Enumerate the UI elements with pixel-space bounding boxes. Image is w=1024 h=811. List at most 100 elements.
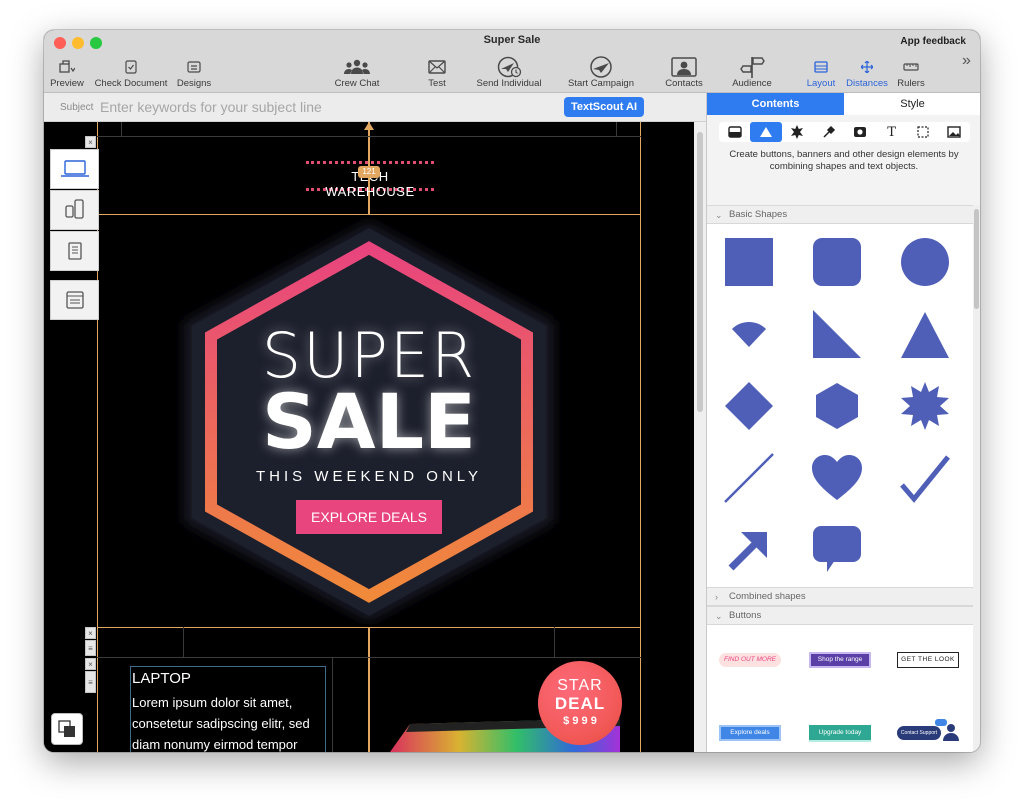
get-the-look-sample[interactable]: GET THE LOOK — [897, 652, 959, 668]
person-icon — [943, 724, 959, 741]
preview-button[interactable]: Preview — [50, 52, 84, 90]
desktop-view-button[interactable] — [50, 149, 99, 189]
source-view-button[interactable] — [50, 280, 99, 320]
section-basic-shapes[interactable]: ⌄ Basic Shapes — [707, 205, 973, 224]
section-label: Basic Shapes — [729, 209, 788, 220]
tab-contents[interactable]: Contents — [707, 93, 844, 115]
crew-chat-button[interactable]: Crew Chat — [332, 52, 382, 90]
diamond-shape[interactable] — [721, 378, 777, 434]
eyedropper-tool-icon[interactable] — [813, 122, 844, 142]
starburst-shape[interactable] — [897, 378, 953, 434]
preview-icon — [59, 56, 75, 78]
tab-style[interactable]: Style — [844, 93, 980, 115]
sector-shape[interactable] — [721, 306, 777, 362]
window-icon — [65, 291, 84, 309]
distances-icon — [861, 56, 873, 78]
hero-subtitle[interactable]: THIS WEEKEND ONLY — [194, 468, 544, 485]
hero-line-2[interactable]: SALE — [194, 377, 544, 466]
grid-divider — [121, 122, 122, 137]
distances-button[interactable]: Distances — [844, 52, 890, 90]
toolbar-overflow-button[interactable]: » — [962, 52, 971, 70]
design-panel: Contents Style T Create buttons, banners… — [706, 93, 980, 752]
star-deal-price: $ 9 9 9 — [563, 715, 597, 727]
mobile-view-button[interactable] — [50, 190, 99, 230]
audience-label: Audience — [732, 78, 772, 89]
scrollbar-thumb[interactable] — [697, 132, 703, 412]
checkmark-shape[interactable] — [897, 450, 953, 506]
app-feedback-link[interactable]: App feedback — [900, 36, 966, 47]
ruler-icon — [903, 56, 919, 78]
section-combined-shapes[interactable]: › Combined shapes — [707, 587, 973, 606]
picture-tool-icon[interactable] — [939, 122, 970, 142]
rounded-square-shape[interactable] — [809, 234, 865, 290]
drag-handle-icon[interactable]: ≡ — [85, 640, 96, 656]
speech-bubble-shape[interactable] — [809, 522, 865, 578]
text-view-button[interactable] — [50, 231, 99, 271]
find-out-more-sample[interactable]: FIND OUT MORE — [719, 653, 781, 667]
chevron-right-icon: › — [715, 592, 718, 602]
square-shape[interactable] — [721, 234, 777, 290]
preview-label: Preview — [50, 78, 84, 89]
subject-label: Subject — [60, 102, 94, 113]
distances-label: Distances — [846, 78, 888, 89]
check-document-button[interactable]: Check Document — [94, 52, 168, 90]
remove-row-icon[interactable]: × — [85, 136, 96, 148]
right-triangle-shape[interactable] — [809, 306, 865, 362]
layout-icon — [814, 56, 828, 78]
designs-button[interactable]: Designs — [174, 52, 214, 90]
line-shape[interactable] — [721, 450, 777, 506]
text-tool-icon[interactable]: T — [876, 122, 907, 142]
image-tool-icon[interactable] — [845, 122, 876, 142]
explore-deals-cta[interactable]: EXPLORE DEALS — [296, 500, 442, 534]
email-canvas[interactable]: TECH WAREHOUSE 121 SUPER SALE THIS WEEKE… — [44, 122, 694, 752]
remove-row-icon[interactable]: × — [85, 627, 96, 639]
layout-label: Layout — [806, 78, 836, 89]
people-icon — [344, 56, 370, 78]
block-tool-icon[interactable] — [719, 122, 750, 142]
frame-tool-icon[interactable] — [907, 122, 938, 142]
textscout-ai-button[interactable]: TextScout AI — [564, 97, 645, 117]
contacts-button[interactable]: Contacts — [664, 52, 704, 90]
designs-icon — [187, 56, 201, 78]
explore-deals-sample[interactable]: Explore deals — [719, 725, 781, 741]
audience-button[interactable]: Audience — [730, 52, 774, 90]
shapes-tool-icon[interactable] — [750, 122, 782, 142]
send-individual-label: Send Individual — [476, 78, 542, 89]
panel-scrollbar[interactable] — [973, 205, 980, 752]
rulers-label: Rulers — [897, 78, 925, 89]
buttons-grid: FIND OUT MORE Shop the range GET THE LOO… — [707, 625, 973, 752]
shop-the-range-sample[interactable]: Shop the range — [809, 652, 871, 668]
contacts-label: Contacts — [665, 78, 703, 89]
triangle-shape[interactable] — [897, 306, 953, 362]
send-individual-button[interactable]: Send Individual — [476, 52, 542, 90]
star-deal-line-2: DEAL — [554, 694, 606, 713]
layers-button[interactable] — [51, 713, 83, 745]
section-buttons[interactable]: ⌄ Buttons — [707, 606, 973, 625]
badge-tool-icon[interactable] — [782, 122, 813, 142]
contact-support-sample[interactable]: Contact Support — [897, 726, 941, 740]
product-description[interactable]: Lorem ipsum dolor sit amet, consetetur s… — [132, 692, 328, 752]
chevron-down-icon: ⌄ — [715, 611, 723, 621]
remove-row-icon[interactable]: × — [85, 658, 96, 670]
campaign-plane-icon — [589, 56, 613, 78]
drag-handle-icon[interactable]: ≡ — [85, 671, 96, 693]
check-document-icon — [125, 56, 137, 78]
product-title[interactable]: LAPTOP — [132, 670, 191, 687]
arrow-shape[interactable] — [721, 522, 777, 578]
size-badge: 121 — [358, 166, 380, 178]
laptop-icon — [60, 160, 89, 177]
section-label: Buttons — [729, 610, 762, 621]
upgrade-today-sample[interactable]: Upgrade today — [809, 725, 871, 740]
canvas-scrollbar[interactable] — [694, 122, 706, 752]
subject-input[interactable] — [100, 96, 550, 118]
hexagon-shape[interactable] — [809, 378, 865, 434]
envelope-icon — [428, 56, 446, 78]
start-campaign-button[interactable]: Start Campaign — [568, 52, 634, 90]
test-button[interactable]: Test — [422, 52, 452, 90]
rulers-button[interactable]: Rulers — [896, 52, 926, 90]
layout-button[interactable]: Layout — [804, 52, 838, 90]
panel-scrollbar-thumb[interactable] — [974, 209, 979, 309]
circle-shape[interactable] — [897, 234, 953, 290]
heart-shape[interactable] — [809, 450, 865, 506]
section-label: Combined shapes — [729, 591, 806, 602]
